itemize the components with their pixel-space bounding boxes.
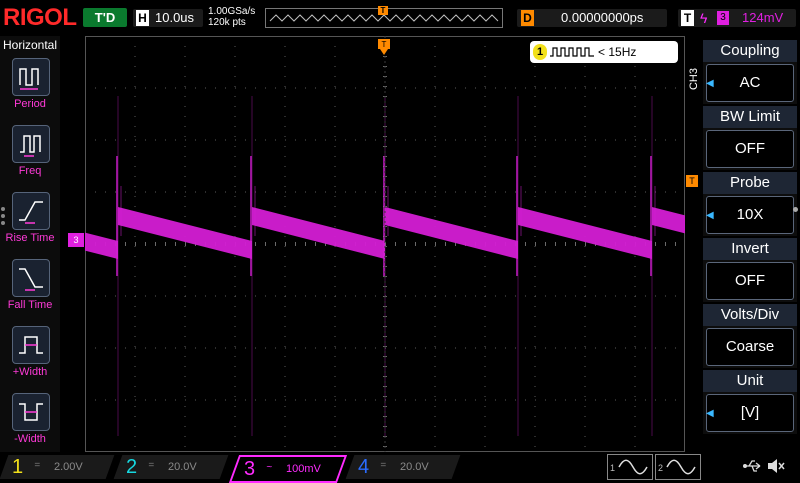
channel-3-scale: 100mV <box>286 463 321 475</box>
coupling-menu-item[interactable]: Coupling AC ◀ <box>703 40 797 104</box>
unit-title: Unit <box>703 370 797 392</box>
invert-menu-item[interactable]: Invert OFF <box>703 238 797 302</box>
sample-rate: 1.00GSa/s <box>208 6 256 17</box>
delay-value: 0.00000000ps <box>561 10 644 25</box>
acquisition-info: 1.00GSa/s 120k pts <box>208 6 255 28</box>
channel-4-number: 4 <box>358 456 370 478</box>
probe-value[interactable]: 10X <box>706 196 794 234</box>
knob-select-icon: ◀ <box>706 408 714 419</box>
measurement-value: < 15Hz <box>598 45 637 59</box>
brand-logo: RIGOL <box>3 4 77 31</box>
volts-div-title: Volts/Div <box>703 304 797 326</box>
waveform-graticule <box>85 36 685 452</box>
measure-frequency-label: Freq <box>18 165 42 177</box>
unit-menu-item[interactable]: Unit [V] ◀ <box>703 370 797 434</box>
measure-frequency-button[interactable]: Freq <box>0 125 60 187</box>
trigger-readout[interactable]: T ϟ 3 124mV <box>678 9 796 27</box>
memory-depth: 120k pts <box>208 17 246 28</box>
knob-select-icon: ◀ <box>706 78 714 89</box>
channel-3-tab[interactable]: 3 ~ 100mV <box>228 455 348 483</box>
pulse-train-icon <box>550 47 594 57</box>
channel-2-number: 2 <box>126 456 138 478</box>
channel-2-tab[interactable]: 2 = 20.0V <box>113 455 229 479</box>
measurement-readout[interactable]: 1 < 15Hz <box>530 41 678 63</box>
measure-negative-width-button[interactable]: -Width <box>0 393 60 455</box>
dc-coupling-icon: = <box>148 460 155 471</box>
rise-time-icon <box>12 192 50 230</box>
fall-time-icon <box>12 259 50 297</box>
top-status-bar: RIGOL T'D H 10.0us 1.00GSa/s 120k pts T … <box>0 0 800 36</box>
waveform-display[interactable] <box>85 36 685 452</box>
horizontal-label: H <box>136 10 149 26</box>
dc-coupling-icon: = <box>380 460 387 471</box>
coupling-title: Coupling <box>703 40 797 62</box>
trigger-position-marker-top: T <box>378 6 388 15</box>
generator-2-number: 2 <box>658 463 664 473</box>
usb-icon <box>743 460 761 472</box>
probe-menu-item[interactable]: Probe 10X ◀ <box>703 172 797 236</box>
trigger-source: 3 <box>717 11 729 25</box>
measure-period-label: Period <box>14 98 46 110</box>
speaker-muted-icon[interactable] <box>766 457 786 475</box>
menu-page-dot <box>793 207 798 212</box>
dc-coupling-icon: = <box>34 460 41 471</box>
trigger-label: T <box>681 10 694 26</box>
generator-1-button[interactable]: 1 <box>607 454 653 480</box>
svg-text:T: T <box>382 40 387 49</box>
positive-width-icon <box>12 326 50 364</box>
channel-2-scale: 20.0V <box>168 461 197 473</box>
unit-value[interactable]: [V] <box>706 394 794 432</box>
trigger-level-marker[interactable]: T <box>686 175 698 187</box>
channel-4-scale: 20.0V <box>400 461 429 473</box>
channel-menu-label: CH3 <box>688 68 700 91</box>
measure-fall-time-label: Fall Time <box>7 299 53 311</box>
bw-limit-value[interactable]: OFF <box>706 130 794 168</box>
channel-4-tab[interactable]: 4 = 20.0V <box>345 455 461 479</box>
delay-label: D <box>521 10 534 26</box>
volts-div-menu-item[interactable]: Volts/Div Coarse <box>703 304 797 368</box>
trigger-level: 124mV <box>742 10 784 25</box>
measurement-channel: 1 <box>533 44 547 60</box>
ac-coupling-icon: ~ <box>266 462 273 473</box>
measure-positive-width-label: +Width <box>12 366 48 378</box>
bw-limit-title: BW Limit <box>703 106 797 128</box>
horizontal-timebase[interactable]: H 10.0us <box>133 9 203 27</box>
invert-title: Invert <box>703 238 797 260</box>
coupling-value[interactable]: AC <box>706 64 794 102</box>
delay-readout[interactable]: D 0.00000000ps <box>517 9 667 27</box>
volts-div-value[interactable]: Coarse <box>706 328 794 366</box>
bw-limit-menu-item[interactable]: BW Limit OFF <box>703 106 797 170</box>
generator-2-button[interactable]: 2 <box>655 454 701 480</box>
invert-value[interactable]: OFF <box>706 262 794 300</box>
period-icon <box>12 58 50 96</box>
measure-period-button[interactable]: Period <box>0 58 60 120</box>
measure-category-title: Horizontal <box>2 38 58 52</box>
channel-1-tab[interactable]: 1 = 2.00V <box>0 455 115 479</box>
measure-rise-time-label: Rise Time <box>5 232 55 244</box>
trigger-status-badge[interactable]: T'D <box>83 8 127 27</box>
measure-rise-time-button[interactable]: Rise Time <box>0 192 60 254</box>
channel-1-number: 1 <box>12 456 24 478</box>
generator-1-number: 1 <box>610 463 616 473</box>
measure-menu: Horizontal Period Freq Rise Time Fall Ti… <box>0 36 60 452</box>
trigger-position-marker[interactable]: T <box>378 39 390 55</box>
measure-negative-width-label: -Width <box>14 433 46 445</box>
probe-title: Probe <box>703 172 797 194</box>
frequency-icon <box>12 125 50 163</box>
sine-wave-icon <box>618 459 648 475</box>
horizontal-scale-value: 10.0us <box>155 10 195 25</box>
knob-select-icon: ◀ <box>706 210 714 221</box>
sine-wave-icon <box>666 459 696 475</box>
menu-page-indicator <box>1 207 5 228</box>
measure-fall-time-button[interactable]: Fall Time <box>0 259 60 321</box>
channel-1-scale: 2.00V <box>54 461 83 473</box>
negative-width-icon <box>12 393 50 431</box>
edge-slope-icon: ϟ <box>700 10 708 26</box>
channel-3-number: 3 <box>244 458 256 480</box>
measure-positive-width-button[interactable]: +Width <box>0 326 60 388</box>
channel-3-offset-marker[interactable]: 3 <box>68 233 84 247</box>
